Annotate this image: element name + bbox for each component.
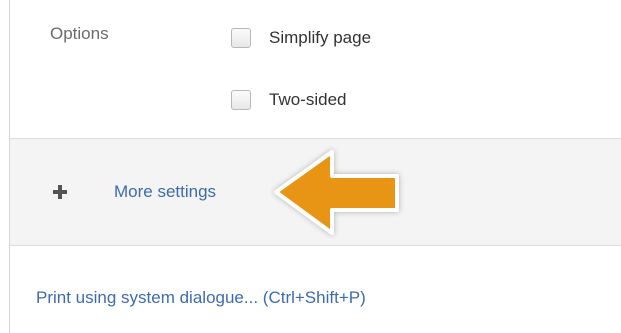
options-section: Options Simplify page Two-sided [10, 0, 621, 138]
system-dialog-section: Print using system dialogue... (Ctrl+Shi… [10, 246, 621, 333]
simplify-page-checkbox[interactable] [231, 28, 251, 48]
two-sided-checkbox[interactable] [231, 90, 251, 110]
more-settings-link[interactable]: More settings [114, 182, 216, 202]
simplify-page-option[interactable]: Simplify page [231, 25, 371, 51]
two-sided-label[interactable]: Two-sided [269, 90, 346, 110]
print-system-dialog-link[interactable]: Print using system dialogue... (Ctrl+Shi… [36, 288, 366, 308]
options-label: Options [50, 24, 109, 43]
plus-icon[interactable] [53, 185, 67, 199]
simplify-page-label[interactable]: Simplify page [269, 28, 371, 48]
two-sided-option[interactable]: Two-sided [231, 87, 346, 113]
arrow-shape [274, 150, 399, 235]
arrow-left-icon [274, 150, 399, 235]
